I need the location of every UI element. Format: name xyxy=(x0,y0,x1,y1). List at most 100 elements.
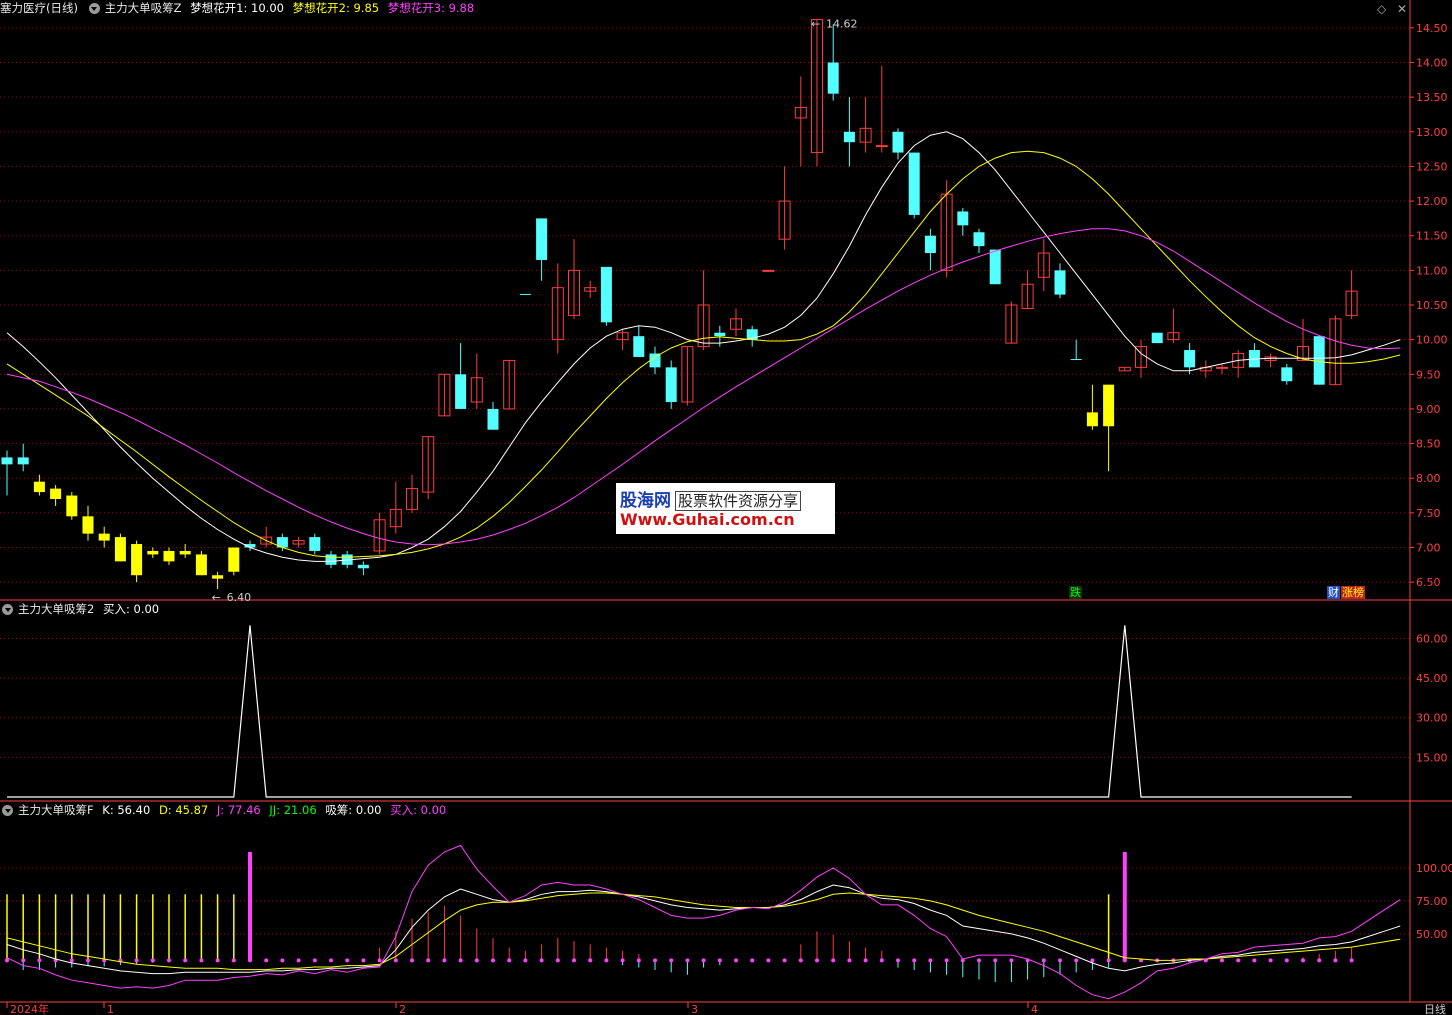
price-tick-label: 13.00 xyxy=(1416,126,1448,139)
candle-body xyxy=(989,249,1001,285)
x-axis-label: 3 xyxy=(691,1003,698,1015)
candle-body xyxy=(309,537,321,551)
mx1-value: 梦想花开1: 10.00 xyxy=(190,1,284,15)
candle-body xyxy=(1070,359,1082,361)
low-price-label: 6.40 xyxy=(227,591,252,604)
sub2-baseline-dot xyxy=(928,958,933,963)
sub1-tick-label: 45.00 xyxy=(1416,672,1448,685)
sub2-baseline-dot xyxy=(879,958,884,963)
sub2-buy-value: 买入: 0.00 xyxy=(390,803,447,817)
watermark-site-name: 股海网 xyxy=(620,491,671,511)
sub2-dropdown-icon[interactable] xyxy=(2,805,13,816)
x-axis-label: 2024年 xyxy=(10,1002,49,1015)
sub2-baseline-dot xyxy=(1009,958,1014,963)
sub2-title[interactable]: 主力大单吸筹F xyxy=(18,803,94,817)
sub2-baseline-dot xyxy=(782,958,787,963)
sub1-buy-line xyxy=(7,625,1352,798)
sub2-baseline-dot xyxy=(620,958,625,963)
candle-body xyxy=(1103,384,1115,427)
sub2-baseline-dot xyxy=(1041,958,1046,963)
candle-body xyxy=(1216,366,1228,369)
main-indicator-name[interactable]: 主力大单吸筹Z xyxy=(105,1,182,15)
candle-body xyxy=(973,232,985,247)
sub2-baseline-dot xyxy=(474,958,479,963)
sub2-baseline-dot xyxy=(831,958,836,963)
high-arrow: ← xyxy=(811,18,820,31)
price-tick-label: 7.00 xyxy=(1416,542,1441,555)
sub2-baseline-dot xyxy=(345,958,350,963)
x-axis-label: 1 xyxy=(107,1003,114,1015)
close-button[interactable]: ✕ xyxy=(1397,2,1407,16)
sub2-baseline-dot xyxy=(798,958,803,963)
tag-die[interactable]: 跌 xyxy=(1069,586,1082,599)
candle-body xyxy=(1184,350,1196,368)
tag-cai[interactable]: 财 xyxy=(1327,586,1340,599)
sub2-baseline-dot xyxy=(1317,958,1322,963)
candle-body xyxy=(600,266,612,323)
candle-body xyxy=(665,367,677,402)
sub2-baseline-dot xyxy=(685,958,690,963)
price-tick-label: 10.00 xyxy=(1416,334,1448,347)
x-axis-label: 2 xyxy=(399,1003,406,1015)
sub2-baseline-dot xyxy=(134,958,139,963)
candle-body xyxy=(82,516,94,534)
sub2-baseline-dot xyxy=(944,958,949,963)
candle-body xyxy=(455,374,467,409)
sub1-title[interactable]: 主力大单吸筹2 xyxy=(18,602,94,616)
price-tick-label: 11.50 xyxy=(1416,230,1448,243)
candle-body xyxy=(1281,367,1293,382)
sub2-baseline-dot xyxy=(86,958,90,963)
sub2-baseline-dot xyxy=(377,958,382,963)
sub2-baseline-dot xyxy=(507,958,512,963)
sub2-baseline-dot xyxy=(167,958,171,963)
sub2-baseline-dot xyxy=(604,958,609,963)
sub2-xc-value: 吸筹: 0.00 xyxy=(325,803,382,817)
mx3-value: 梦想花开3: 9.88 xyxy=(387,1,475,15)
sub2-baseline-dot xyxy=(1090,958,1095,963)
sub2-baseline-dot xyxy=(69,958,74,963)
sub2-baseline-dot xyxy=(734,958,738,963)
indicator-dropdown-icon[interactable] xyxy=(88,3,100,14)
restore-button[interactable]: ◇ xyxy=(1377,2,1386,16)
sub2-panel-header: 主力大单吸筹F K: 56.40 D: 45.87 J: 77.46 JJ: 2… xyxy=(0,802,451,818)
candle-body xyxy=(762,269,775,272)
sub2-baseline-dot xyxy=(717,958,722,963)
candle-body xyxy=(892,131,904,153)
price-tick-label: 14.00 xyxy=(1416,57,1448,70)
sub2-baseline-dot xyxy=(1220,958,1224,963)
low-arrow: ← xyxy=(212,591,221,604)
sub2-baseline-dot xyxy=(231,958,236,963)
price-tick-label: 11.00 xyxy=(1416,264,1448,277)
candle-body xyxy=(33,481,45,493)
sub2-baseline-dot xyxy=(1074,958,1079,963)
price-tick-label: 9.00 xyxy=(1416,403,1441,416)
sub2-baseline-dot xyxy=(296,958,301,963)
sub2-baseline-dot xyxy=(636,958,641,963)
candle-body xyxy=(131,544,143,576)
sub2-baseline-dot xyxy=(1301,958,1305,963)
sub2-baseline-dot xyxy=(523,958,528,963)
candle-body xyxy=(163,550,175,562)
candle-body xyxy=(114,537,126,562)
sub2-baseline-dot xyxy=(1058,958,1062,963)
sub2-baseline-dot xyxy=(750,958,755,963)
sub2-baseline-dot xyxy=(1268,958,1273,963)
sub2-tick-label: 50.00 xyxy=(1416,928,1448,941)
price-tick-label: 12.00 xyxy=(1416,195,1448,208)
sub1-dropdown-icon[interactable] xyxy=(2,604,13,615)
stock-title[interactable]: 塞力医疗(日线) xyxy=(0,1,78,15)
candle-body xyxy=(519,293,531,295)
sub2-baseline-dot xyxy=(863,958,868,963)
sub1-tick-label: 60.00 xyxy=(1416,632,1448,645)
candle-body xyxy=(827,62,839,94)
candle-body xyxy=(50,488,62,499)
sub2-baseline-dot xyxy=(588,958,593,963)
tag-zhangting[interactable]: 涨榜 xyxy=(1341,586,1365,599)
sub2-baseline-dot xyxy=(410,958,414,963)
sub2-baseline-dot xyxy=(329,958,333,963)
candle-body xyxy=(843,131,855,143)
sub2-baseline-dot xyxy=(993,958,998,963)
candle-body xyxy=(147,550,159,555)
period-label: 日线 xyxy=(1424,1002,1446,1015)
sub2-baseline-dot xyxy=(183,958,188,963)
